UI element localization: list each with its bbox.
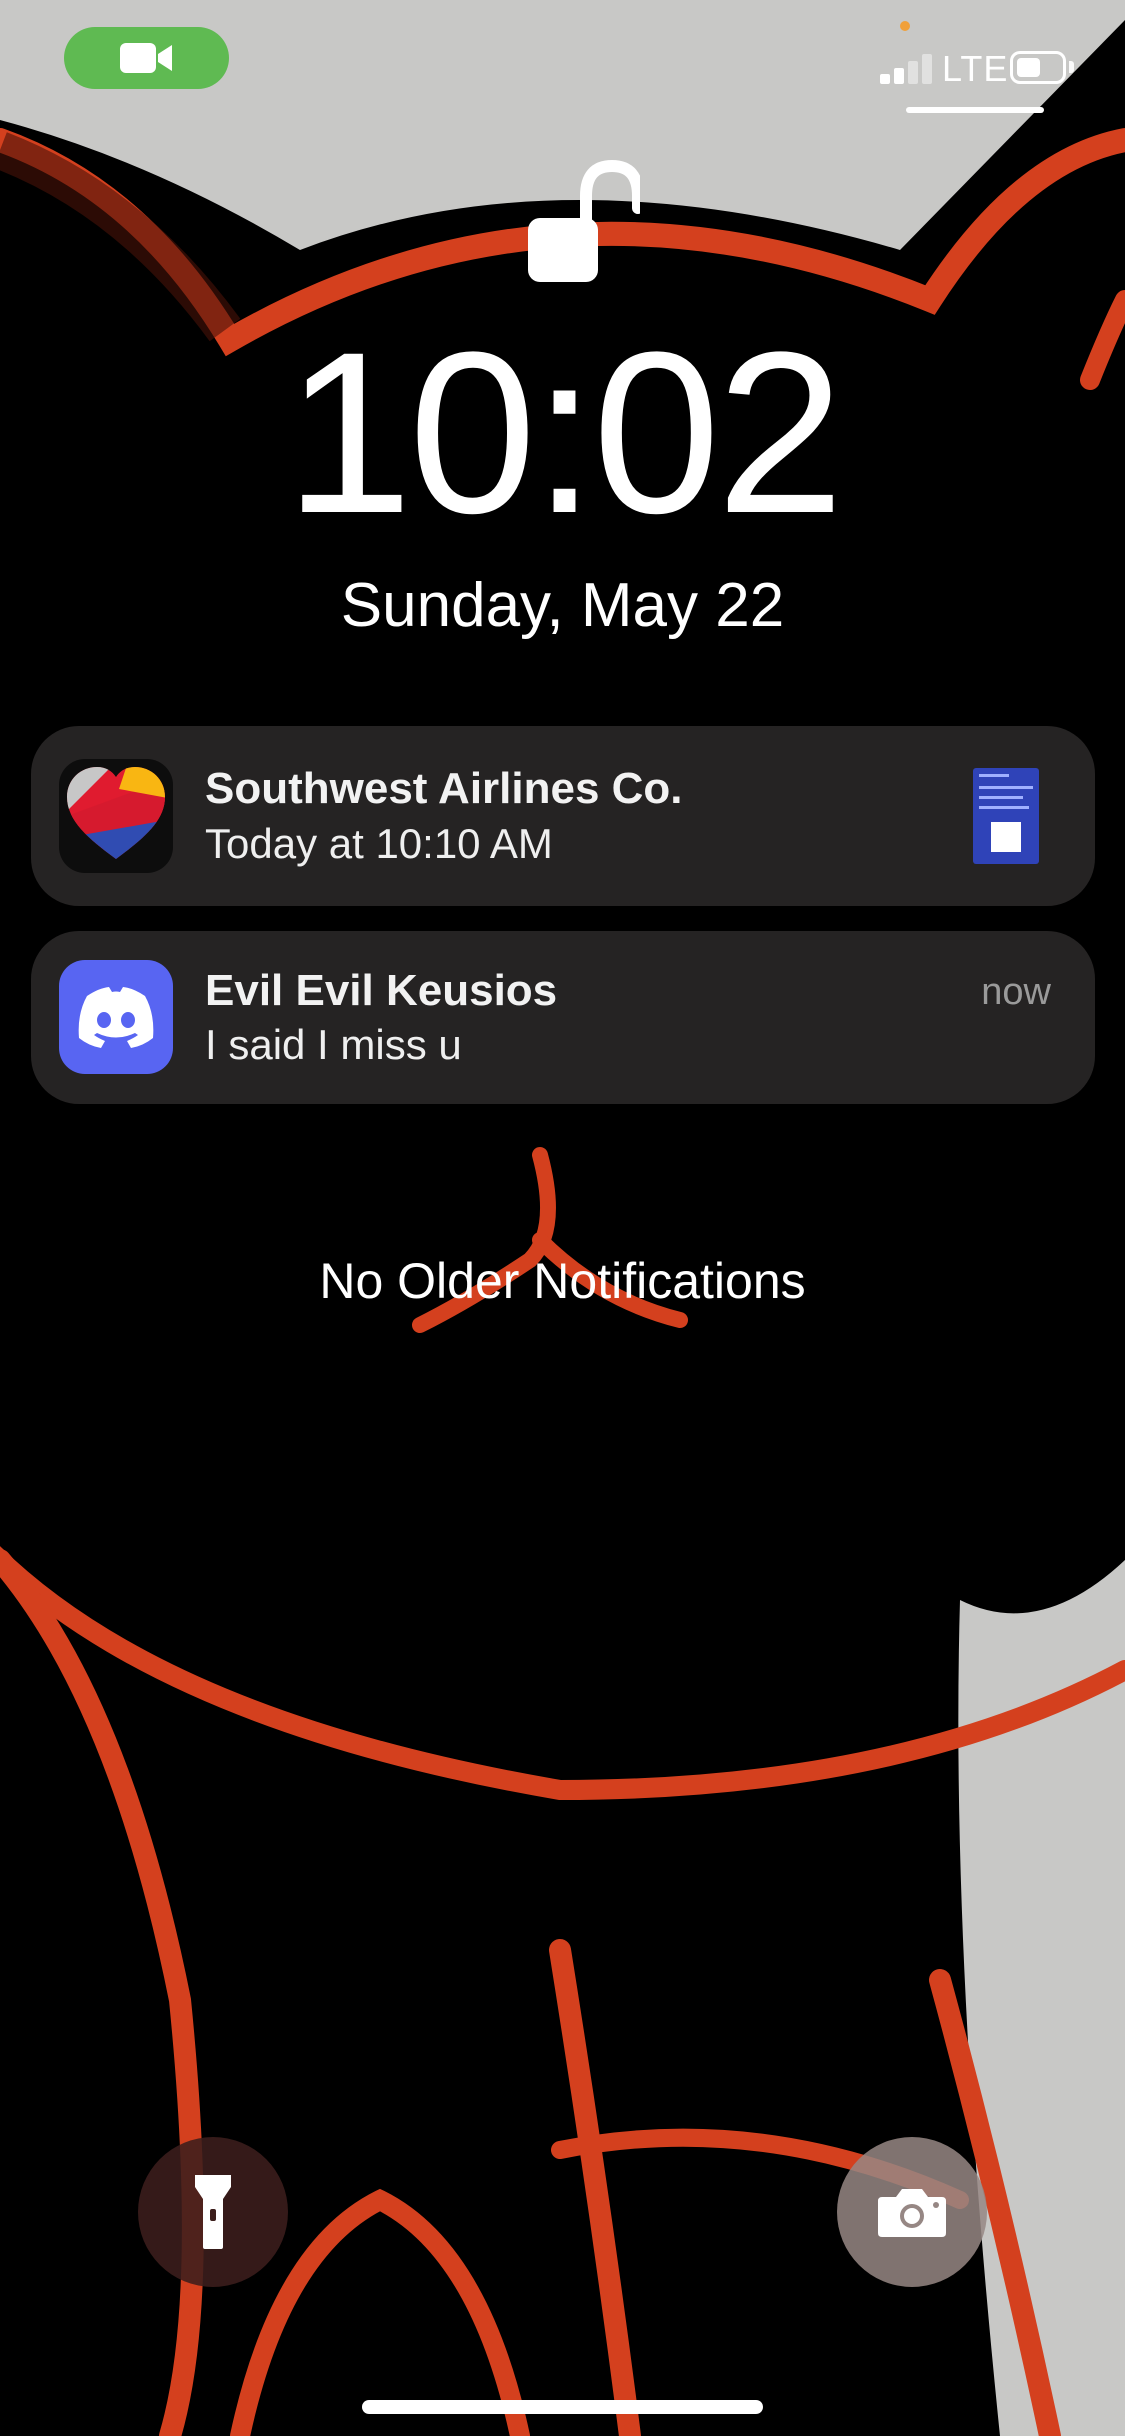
video-camera-icon <box>119 43 172 73</box>
lock-screen-time: 10:02 <box>284 304 845 561</box>
battery-icon <box>1010 51 1066 84</box>
cellular-signal-icon <box>880 54 932 84</box>
discord-icon <box>59 960 173 1074</box>
notification-body: I said I miss u <box>205 1021 462 1068</box>
qr-code-icon <box>991 822 1021 852</box>
southwest-heart-icon <box>59 759 173 873</box>
privacy-indicator-dot <box>900 21 910 31</box>
notification-time: now <box>981 971 1051 1013</box>
flashlight-icon <box>195 2175 231 2249</box>
carrier-label: LTE <box>942 48 1009 89</box>
facetime-indicator[interactable] <box>64 27 229 89</box>
unlocked-padlock-icon <box>528 159 640 282</box>
lock-screen: LTE 10:02 Sunday, May 22 Southwest Airli… <box>0 0 1125 2436</box>
flashlight-button[interactable] <box>138 2137 288 2287</box>
notification-body: Today at 10:10 AM <box>205 820 553 867</box>
lock-screen-date: Sunday, May 22 <box>340 571 785 640</box>
no-older-notifications-label: No Older Notifications <box>319 1253 806 1309</box>
home-indicator[interactable] <box>362 2400 763 2414</box>
battery-cap <box>1069 61 1074 73</box>
notification-title: Southwest Airlines Co. <box>205 764 683 813</box>
camera-button[interactable] <box>837 2137 987 2287</box>
control-center-indicator[interactable] <box>906 107 1044 113</box>
notification-southwest[interactable]: Southwest Airlines Co. Today at 10:10 AM <box>31 726 1095 906</box>
notification-title: Evil Evil Keusios <box>205 966 558 1015</box>
camera-icon <box>878 2189 946 2237</box>
boarding-pass-thumbnail[interactable] <box>973 768 1039 864</box>
notification-discord[interactable]: Evil Evil Keusios I said I miss u now <box>31 931 1095 1104</box>
